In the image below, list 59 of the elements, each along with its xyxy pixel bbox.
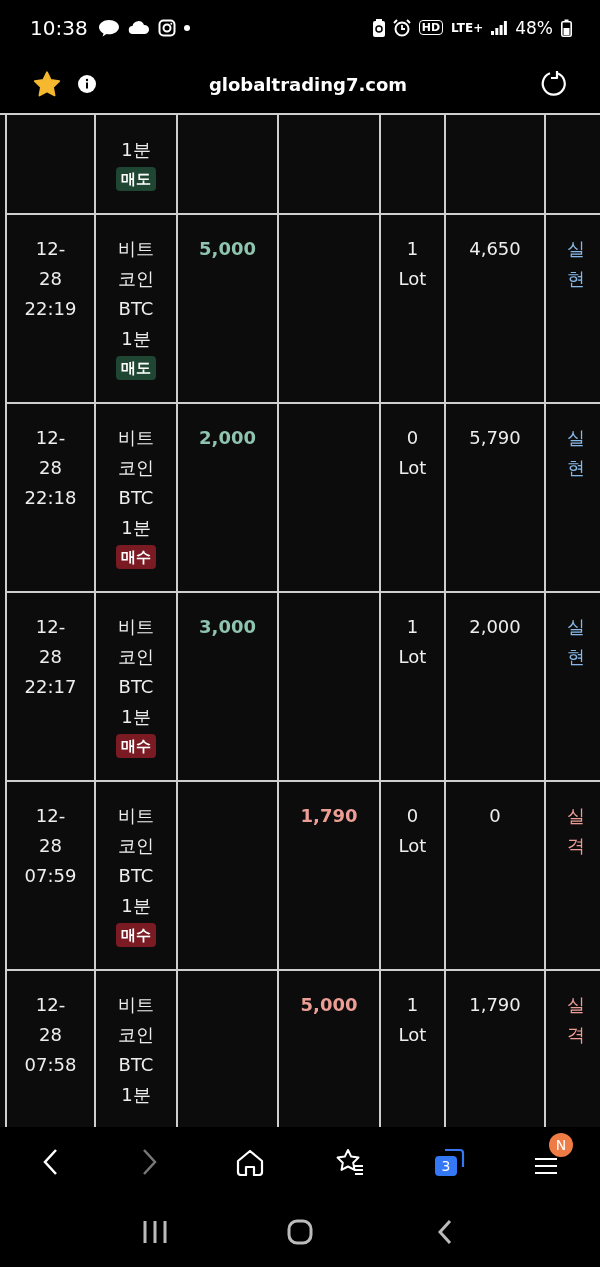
info-icon[interactable] — [78, 75, 96, 93]
table-cell-text: 비트 코인 BTC 1분 — [118, 237, 154, 351]
table-cell-text: 5,790 — [469, 426, 521, 450]
table-cell-text: 5,000 — [300, 993, 358, 1017]
reload-icon[interactable] — [540, 70, 568, 98]
table-cell-text: 12- 28 07:59 — [24, 804, 77, 888]
table-cell-text: 12- 28 22:19 — [24, 237, 77, 321]
battery-saver-icon — [372, 18, 385, 37]
trade-side-badge: 매수 — [116, 923, 156, 947]
result-label: 실격 — [567, 993, 585, 1047]
table-cell-text: 1 Lot — [398, 615, 427, 669]
table-cell-text: 비트 코인 BTC 1분 — [118, 804, 154, 918]
battery-icon — [561, 18, 572, 37]
table-cell-text: 1분 — [121, 138, 151, 162]
clock-time: 10:38 — [30, 15, 88, 40]
chat-bubble-icon — [97, 18, 120, 37]
table-cell-text: 2,000 — [199, 426, 256, 450]
table-cell-text: 1 Lot — [398, 993, 427, 1047]
star-icon[interactable] — [33, 70, 61, 98]
table-cell-text: 0 Lot — [398, 804, 427, 858]
table-cell-text: 1,790 — [469, 993, 521, 1017]
table-cell-text: 1,790 — [300, 804, 358, 828]
hd-badge: HD — [418, 20, 444, 35]
recent-apps-icon[interactable] — [141, 1220, 168, 1244]
trade-side-badge: 매도 — [116, 167, 156, 191]
trade-side-badge: 매도 — [116, 356, 156, 380]
table-cell-text: 비트 코인 BTC 1분 — [118, 615, 154, 729]
back-icon[interactable] — [438, 1219, 453, 1245]
url-text[interactable]: globaltrading7.com — [96, 73, 540, 95]
table-cell-text: 2,000 — [469, 615, 521, 639]
result-label: 실현 — [567, 615, 585, 669]
home-button-icon[interactable] — [287, 1219, 313, 1245]
table-cell-text: 비트 코인 BTC 1분 — [118, 993, 154, 1107]
table-cell-text: 0 Lot — [398, 426, 427, 480]
table-cell-text: 5,000 — [199, 237, 256, 261]
table-cell-text: 1 Lot — [398, 237, 427, 291]
camera-icon — [157, 18, 176, 37]
table-cell-text: 3,000 — [199, 615, 256, 639]
result-label: 실현 — [567, 237, 585, 291]
trade-side-badge: 매수 — [116, 734, 156, 758]
battery-level: 48% — [515, 17, 553, 38]
result-label: 실현 — [567, 426, 585, 480]
trade-side-badge: 매수 — [116, 545, 156, 569]
table-cell-text: 0 — [489, 804, 501, 828]
cloud-icon — [127, 20, 150, 35]
table-cell-text: 12- 28 07:58 — [24, 993, 77, 1077]
table-cell-text: 12- 28 22:18 — [24, 426, 77, 510]
result-label: 실격 — [567, 804, 585, 858]
table-cell-text: 비트 코인 BTC 1분 — [118, 426, 154, 540]
alarm-icon — [392, 18, 411, 37]
menu-icon[interactable] — [533, 1155, 559, 1177]
table-cell-text: 4,650 — [469, 237, 521, 261]
dot-icon — [183, 24, 190, 31]
home-icon[interactable] — [236, 1148, 264, 1176]
notification-badge: N — [549, 1133, 573, 1157]
network-type: LTE+ — [451, 20, 484, 35]
table-cell-text: 12- 28 22:17 — [24, 615, 77, 699]
bookmarks-icon[interactable] — [335, 1148, 365, 1176]
signal-icon — [491, 20, 508, 35]
